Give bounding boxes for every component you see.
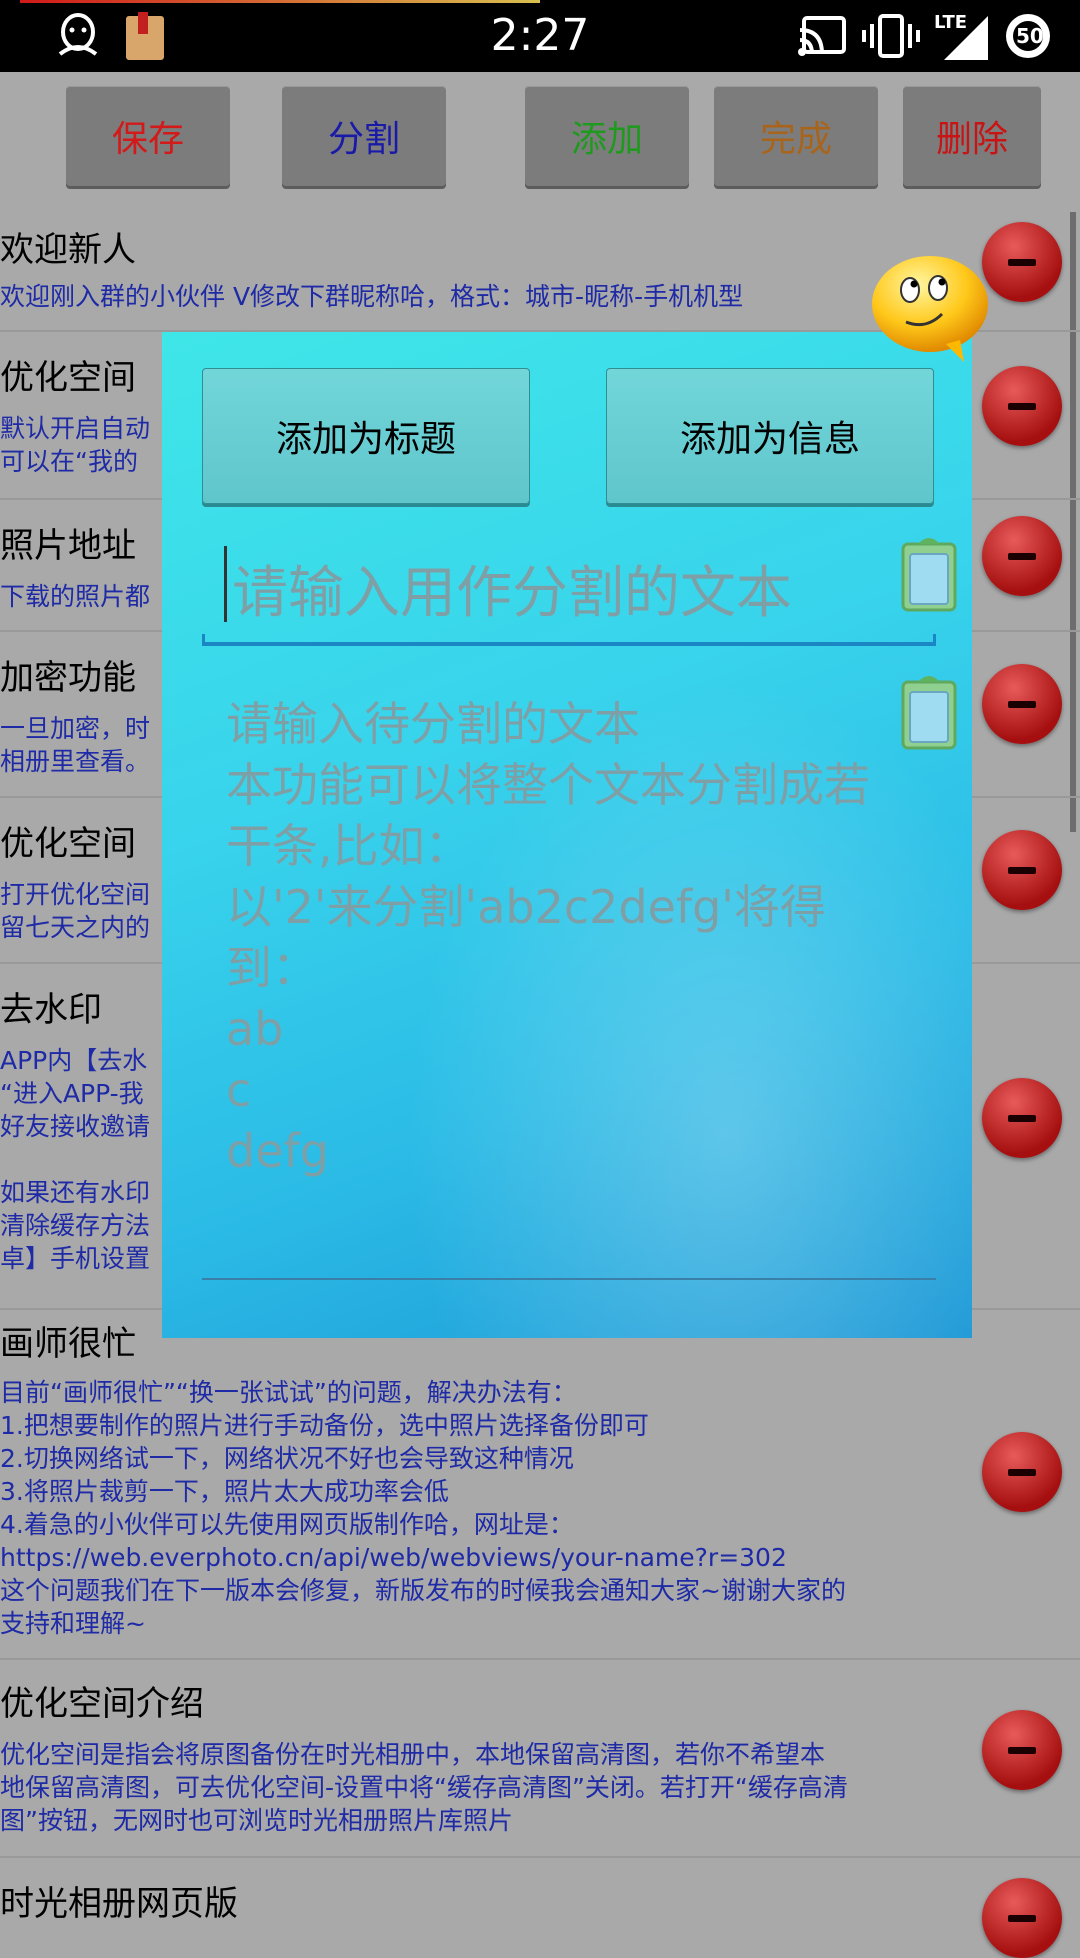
remove-item-icon[interactable] [982, 516, 1062, 596]
list-item[interactable]: 时光相册网页版 [0, 1858, 1080, 1958]
item-title: 时光相册网页版 [0, 1884, 238, 1924]
cast-icon [798, 14, 848, 62]
item-title: 欢迎新人 [0, 230, 136, 270]
add-as-info-label: 添加为信息 [679, 419, 860, 460]
item-title: 画师很忙 [0, 1324, 136, 1364]
add-button-label: 添加 [570, 119, 643, 160]
paste-clipboard-icon[interactable] [900, 670, 958, 750]
item-title: 优化空间 [0, 358, 136, 398]
input-underline-cap [933, 634, 936, 646]
remove-item-icon[interactable] [982, 664, 1062, 744]
item-title: 去水印 [0, 990, 102, 1030]
remove-item-icon[interactable] [982, 830, 1062, 910]
remove-item-icon[interactable] [982, 1878, 1062, 1958]
add-as-title-button[interactable]: 添加为标题 [202, 368, 530, 504]
toolbar: 保存 分割 添加 完成 删除 [0, 72, 1080, 192]
save-button[interactable]: 保存 [66, 86, 230, 186]
text-cursor [224, 546, 227, 622]
split-delimiter-placeholder: 请输入用作分割的文本 [232, 561, 792, 626]
split-text-dialog: 添加为标题 添加为信息 请输入用作分割的文本 请输入待分割的文本 本功能可以将整… [162, 332, 972, 1338]
split-button[interactable]: 分割 [282, 86, 446, 186]
split-delimiter-input[interactable]: 请输入用作分割的文本 [202, 522, 936, 646]
list-item[interactable]: 优化空间介绍 优化空间是指会将原图备份在时光相册中，本地保留高清图，若你不希望本… [0, 1660, 1080, 1858]
item-title: 加密功能 [0, 658, 136, 698]
battery-level-label: 50 [1016, 24, 1044, 48]
item-title: 优化空间 [0, 824, 136, 864]
source-text-placeholder: 请输入待分割的文本 本功能可以将整个文本分割成若干条,比如： 以'2'来分割'a… [226, 697, 870, 1178]
done-button[interactable]: 完成 [714, 86, 878, 186]
add-as-info-button[interactable]: 添加为信息 [606, 368, 934, 504]
remove-item-icon[interactable] [982, 1078, 1062, 1158]
status-bar: 2:27 LTE 50 [0, 0, 1080, 72]
vibrate-icon [862, 12, 920, 64]
save-button-label: 保存 [111, 119, 184, 160]
paste-clipboard-icon[interactable] [900, 532, 958, 612]
network-type-label: LTE [934, 12, 968, 33]
remove-item-icon[interactable] [982, 1432, 1062, 1512]
list-item[interactable]: 画师很忙 目前“画师很忙”“换一张试试”的问题，解决办法有： 1.把想要制作的照… [0, 1310, 1080, 1660]
item-body: 目前“画师很忙”“换一张试试”的问题，解决办法有： 1.把想要制作的照片进行手动… [0, 1378, 846, 1638]
add-as-title-label: 添加为标题 [275, 419, 456, 460]
source-text-area[interactable]: 请输入待分割的文本 本功能可以将整个文本分割成若干条,比如： 以'2'来分割'a… [202, 678, 936, 1280]
delete-button-label: 删除 [935, 119, 1008, 160]
input-underline-cap [202, 634, 205, 646]
remove-item-icon[interactable] [982, 1710, 1062, 1790]
delete-button[interactable]: 删除 [903, 86, 1041, 186]
done-button-label: 完成 [759, 119, 832, 160]
item-body: 优化空间是指会将原图备份在时光相册中，本地保留高清图，若你不希望本 地保留高清图… [0, 1740, 848, 1835]
split-button-label: 分割 [327, 119, 400, 160]
thinking-emoticon-icon [868, 252, 998, 364]
item-title: 照片地址 [0, 526, 136, 566]
download-progress-bar [20, 0, 540, 3]
add-button[interactable]: 添加 [525, 86, 689, 186]
remove-item-icon[interactable] [982, 366, 1062, 446]
item-body: 欢迎刚入群的小伙伴 V修改下群昵称哈，格式：城市-昵称-手机机型 [0, 282, 744, 311]
item-title: 优化空间介绍 [0, 1684, 204, 1724]
